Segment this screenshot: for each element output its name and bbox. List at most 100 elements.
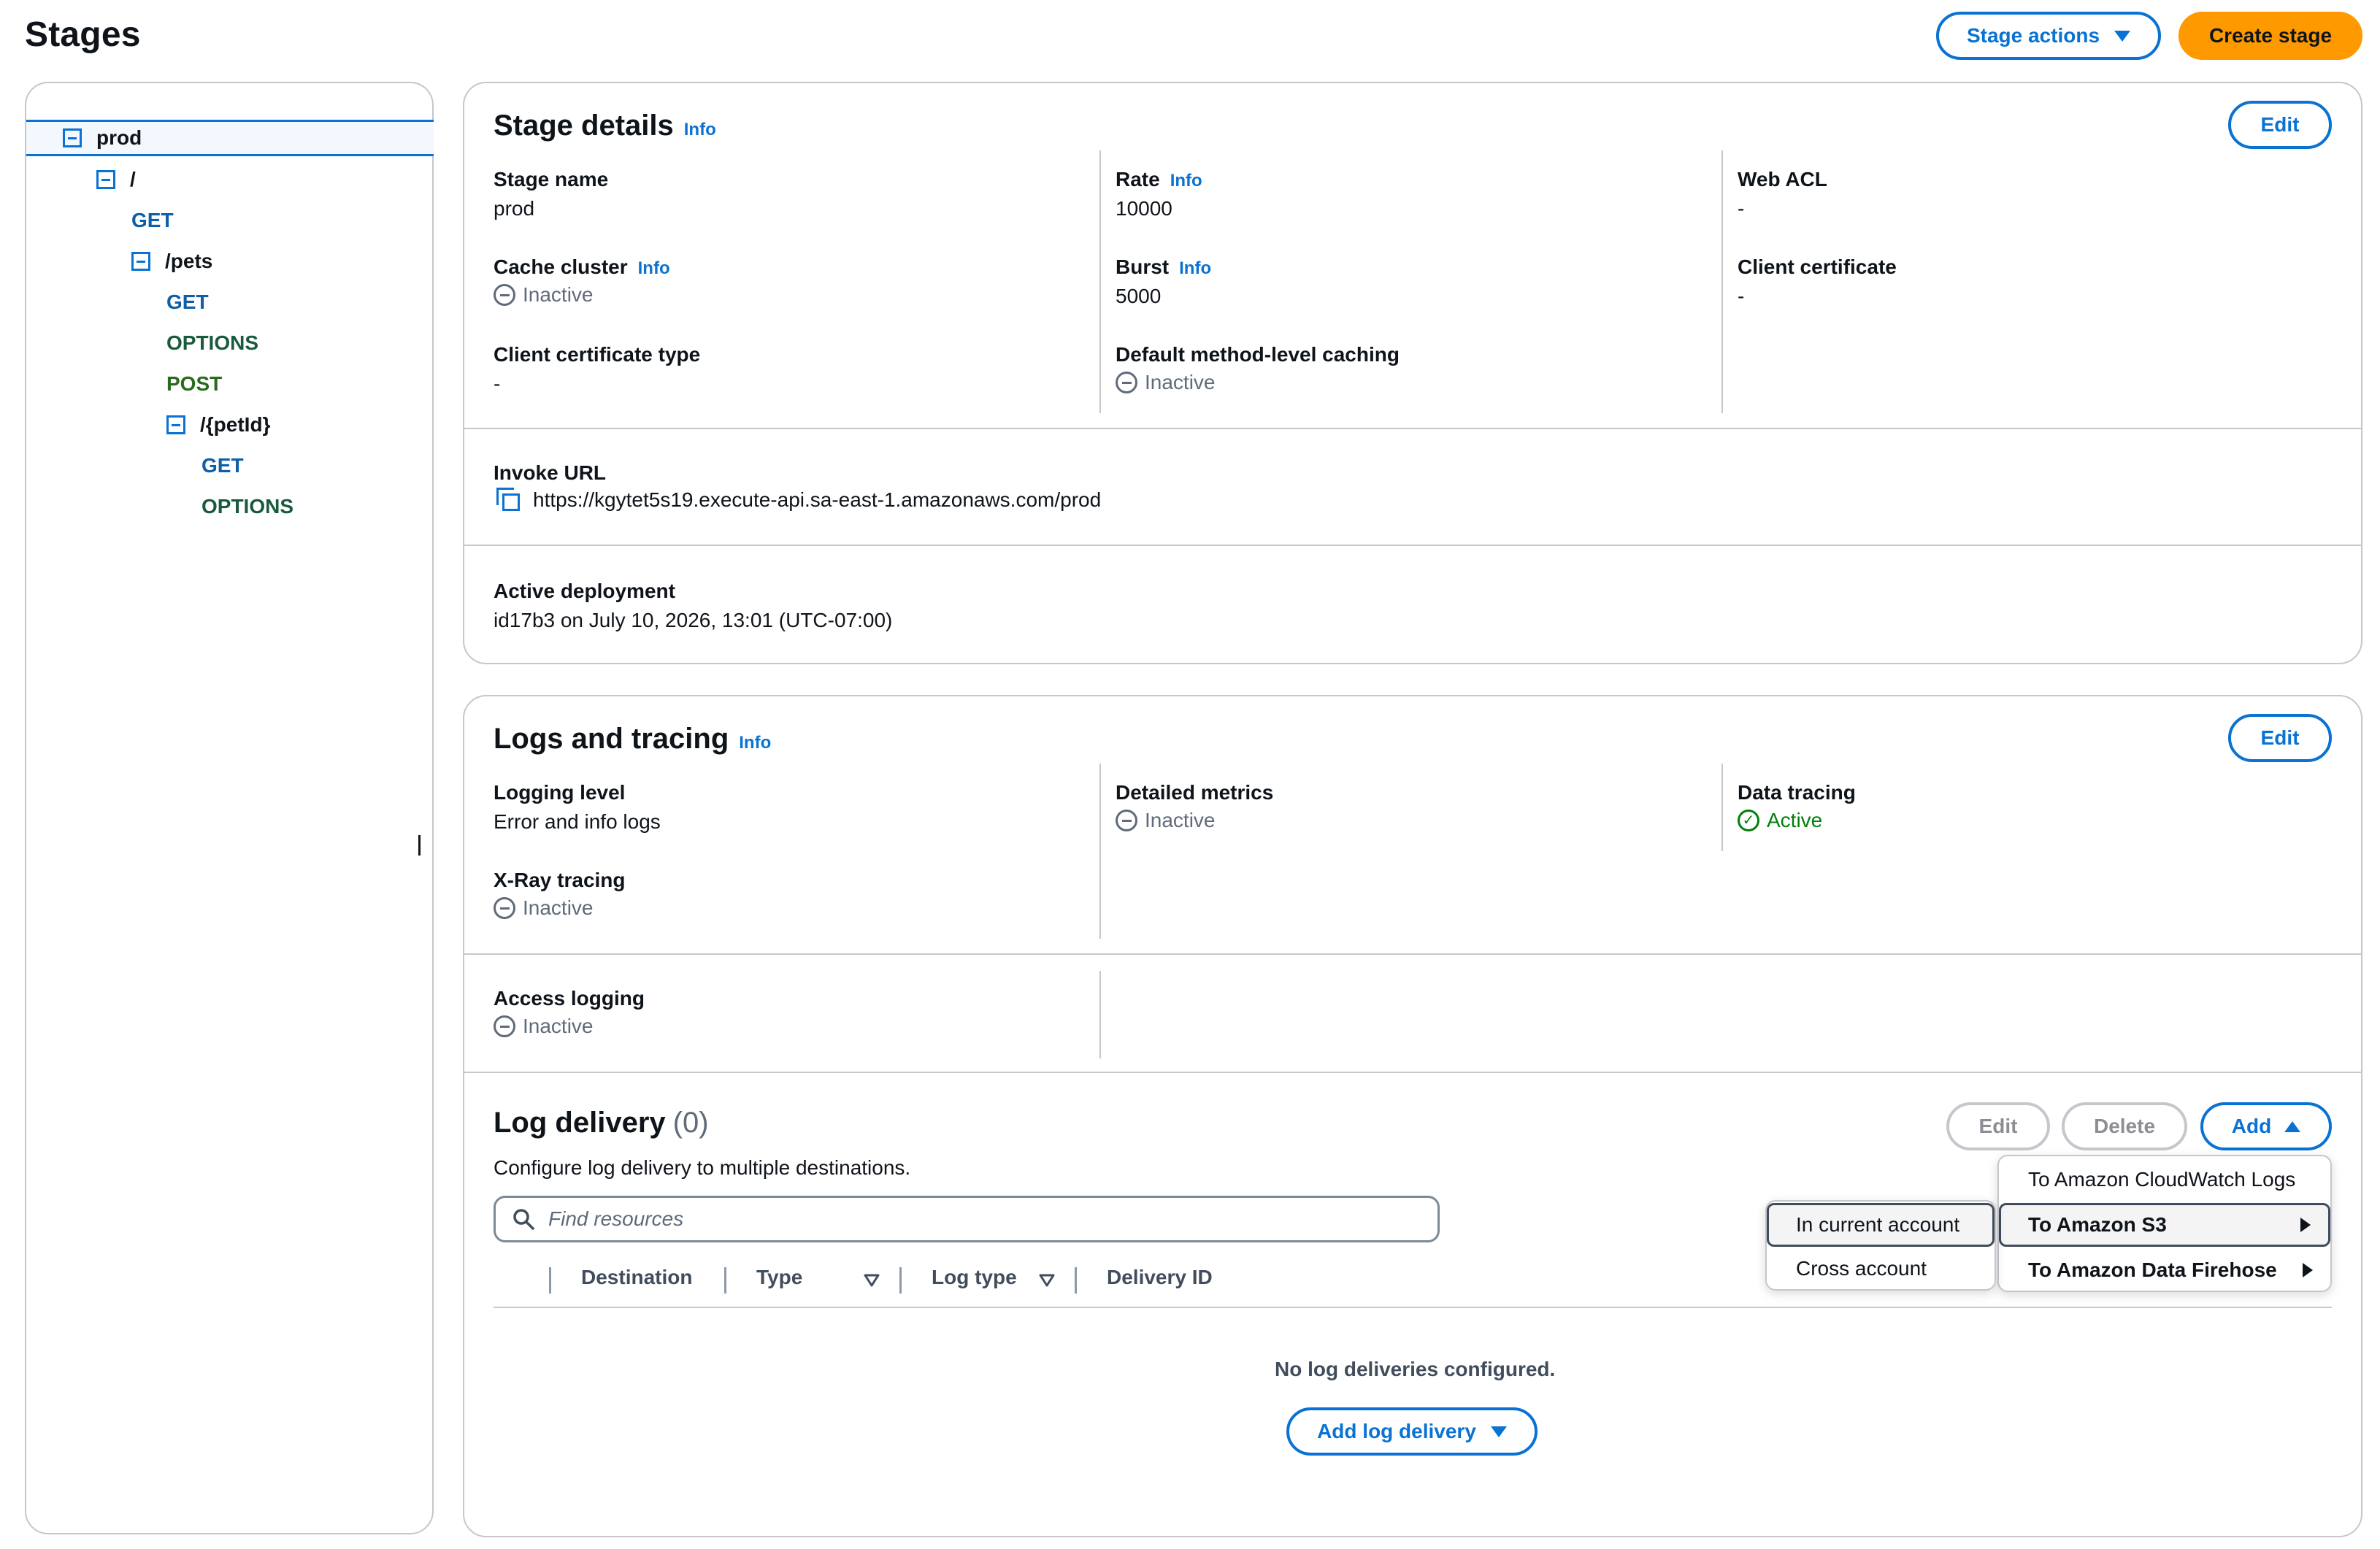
tree-item-root[interactable]: / xyxy=(96,162,136,197)
search-field[interactable] xyxy=(494,1196,1440,1242)
tree-method-post[interactable]: POST xyxy=(166,366,222,401)
tree-method-options[interactable]: OPTIONS xyxy=(201,489,293,524)
client-cert-type-label: Client certificate type xyxy=(494,343,700,366)
page-title: Stages xyxy=(25,15,141,54)
inactive-status-icon xyxy=(1116,810,1137,831)
burst-value: 5000 xyxy=(1116,285,1162,307)
logs-edit-button[interactable]: Edit xyxy=(2228,714,2332,762)
column-separator xyxy=(549,1267,551,1294)
tree-item-pets[interactable]: /pets xyxy=(131,244,212,279)
column-label: Delivery ID xyxy=(1107,1266,1213,1288)
info-link[interactable]: Info xyxy=(684,120,716,140)
status-text: Inactive xyxy=(1145,809,1216,831)
column-header-delivery-id[interactable]: Delivery ID xyxy=(1107,1266,1213,1289)
resize-cursor[interactable] xyxy=(418,835,421,856)
add-log-delivery-button[interactable]: Add log delivery xyxy=(1286,1407,1538,1456)
status-text: Active xyxy=(1767,809,1823,831)
tree-method-get[interactable]: GET xyxy=(166,285,209,320)
log-delivery-title: Log delivery (0) xyxy=(494,1107,709,1139)
menu-item-firehose[interactable]: To Amazon Data Firehose xyxy=(1999,1248,2330,1292)
collapse-icon[interactable] xyxy=(166,415,185,434)
method-label: POST xyxy=(166,372,223,395)
tree-method-get[interactable]: GET xyxy=(131,203,174,238)
menu-item-cloudwatch[interactable]: To Amazon CloudWatch Logs xyxy=(1999,1158,2330,1202)
field-label: Burst xyxy=(1116,255,1170,278)
collapse-icon[interactable] xyxy=(131,252,150,271)
search-input[interactable] xyxy=(548,1207,1351,1231)
section-divider xyxy=(464,1072,2361,1073)
field-label: Stage name xyxy=(494,168,609,191)
status-text: Inactive xyxy=(523,283,594,306)
stage-actions-button[interactable]: Stage actions xyxy=(1936,12,2161,60)
section-divider xyxy=(464,545,2361,546)
default-caching-label: Default method-level caching xyxy=(1116,343,1400,366)
column-header-type[interactable]: Type xyxy=(756,1266,802,1289)
logs-tracing-title: Logs and tracing Info xyxy=(494,723,771,756)
tree-item-label: prod xyxy=(96,126,142,149)
client-cert-value: - xyxy=(1738,285,1745,307)
submenu-arrow-icon xyxy=(2300,1218,2311,1232)
column-divider xyxy=(1099,150,1101,413)
access-logging-label: Access logging xyxy=(494,987,645,1010)
log-delivery-edit-button[interactable]: Edit xyxy=(1946,1102,2050,1150)
field-label: Cache cluster xyxy=(494,255,628,278)
tree-item-petid[interactable]: /{petId} xyxy=(166,407,270,442)
cache-cluster-label: Cache cluster Info xyxy=(494,255,670,279)
stage-details-title: Stage details Info xyxy=(494,109,716,142)
data-tracing-value: ✓ Active xyxy=(1738,809,1822,832)
log-delivery-delete-button[interactable]: Delete xyxy=(2062,1102,2187,1150)
active-deployment-label: Active deployment xyxy=(494,580,675,603)
inactive-status-icon xyxy=(494,284,515,306)
section-title: Log delivery xyxy=(494,1107,666,1139)
tree-item-prod[interactable]: prod xyxy=(26,120,434,156)
copy-icon[interactable] xyxy=(496,488,521,512)
client-cert-type-value: - xyxy=(494,372,501,395)
log-delivery-add-button[interactable]: Add xyxy=(2200,1102,2332,1150)
info-link[interactable]: Info xyxy=(739,733,771,753)
column-divider xyxy=(1721,150,1723,413)
stage-details-panel xyxy=(463,82,2362,664)
menu-item-label: To Amazon S3 xyxy=(2028,1213,2167,1236)
xray-label: X-Ray tracing xyxy=(494,869,626,892)
tree-method-get[interactable]: GET xyxy=(201,448,244,483)
info-link[interactable]: Info xyxy=(638,258,670,279)
menu-item-s3[interactable]: To Amazon S3 xyxy=(1999,1203,2330,1247)
create-stage-button[interactable]: Create stage xyxy=(2179,12,2362,60)
section-title: Logs and tracing xyxy=(494,723,729,755)
tree-method-options[interactable]: OPTIONS xyxy=(166,326,258,361)
column-label: Destination xyxy=(581,1266,693,1288)
status-text: Inactive xyxy=(523,896,594,919)
column-header-log-type[interactable]: Log type xyxy=(932,1266,1017,1289)
section-title: Stage details xyxy=(494,109,674,142)
column-divider xyxy=(1099,971,1101,1058)
submenu-item-label: In current account xyxy=(1796,1213,1960,1236)
tree-item-label: / xyxy=(130,168,136,191)
collapse-icon[interactable] xyxy=(96,170,115,189)
s3-submenu: In current account Cross account xyxy=(1765,1200,1996,1291)
column-header-destination[interactable]: Destination xyxy=(581,1266,692,1289)
menu-item-label: To Amazon Data Firehose xyxy=(2028,1258,2277,1281)
status-text: Inactive xyxy=(1145,371,1216,393)
collapse-icon[interactable] xyxy=(63,128,82,147)
stage-details-edit-button[interactable]: Edit xyxy=(2228,101,2332,149)
status-text: Inactive xyxy=(523,1015,594,1037)
sort-icon[interactable] xyxy=(863,1273,880,1288)
field-label: Logging level xyxy=(494,781,626,804)
client-cert-label: Client certificate xyxy=(1738,255,1897,279)
stage-name-label: Stage name xyxy=(494,168,608,191)
submenu-item-current-account[interactable]: In current account xyxy=(1767,1203,1995,1247)
caret-down-icon xyxy=(1490,1426,1507,1437)
caret-up-icon xyxy=(2284,1121,2301,1132)
column-divider xyxy=(1099,764,1101,939)
method-label: GET xyxy=(166,291,209,313)
empty-state-text: No log deliveries configured. xyxy=(1275,1358,1556,1380)
inactive-status-icon xyxy=(494,1015,515,1037)
detailed-metrics-label: Detailed metrics xyxy=(1116,781,1273,804)
info-link[interactable]: Info xyxy=(1170,171,1202,191)
submenu-item-cross-account[interactable]: Cross account xyxy=(1767,1247,1995,1291)
info-link[interactable]: Info xyxy=(1179,258,1211,279)
sort-icon[interactable] xyxy=(1038,1273,1056,1288)
add-label: Add xyxy=(2231,1115,2272,1137)
web-acl-value: - xyxy=(1738,197,1745,220)
rate-label: Rate Info xyxy=(1116,168,1202,191)
